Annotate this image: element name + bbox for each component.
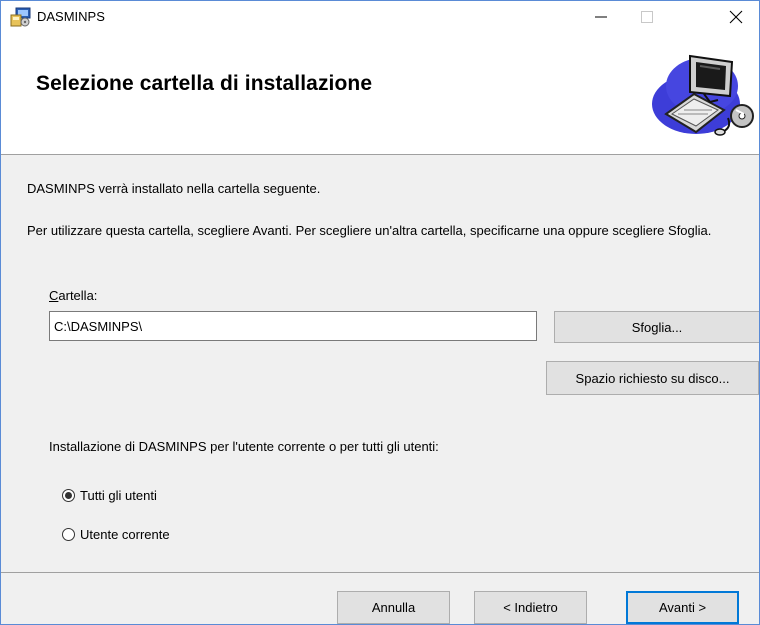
radio-all-users[interactable]: Tutti gli utenti	[62, 488, 157, 503]
install-scope-label: Installazione di DASMINPS per l'utente c…	[49, 439, 439, 454]
computer-disc-icon	[646, 44, 754, 139]
folder-path-input[interactable]	[49, 311, 537, 341]
title-bar[interactable]: DASMINPS	[1, 1, 759, 32]
page-title: Selezione cartella di installazione	[36, 72, 373, 95]
minimize-button[interactable]	[578, 1, 624, 32]
disk-cost-button[interactable]: Spazio richiesto su disco...	[546, 361, 759, 395]
footer-divider	[1, 572, 759, 573]
radio-all-users-label: Tutti gli utenti	[80, 488, 157, 503]
back-button[interactable]: < Indietro	[474, 591, 587, 624]
installer-icon	[10, 6, 32, 28]
folder-label-accelerator: C	[49, 288, 59, 303]
radio-button-selected[interactable]	[62, 489, 75, 502]
window-title: DASMINPS	[37, 9, 105, 24]
close-button[interactable]	[713, 1, 759, 32]
next-button[interactable]: Avanti >	[626, 591, 739, 624]
installer-window: DASMINPS Selezione cartella di installaz…	[0, 0, 760, 625]
folder-label: Cartella:	[49, 287, 97, 304]
instructions-text: Per utilizzare questa cartella, sceglier…	[27, 223, 712, 238]
intro-text: DASMINPS verrà installato nella cartella…	[27, 181, 321, 196]
cancel-button[interactable]: Annulla	[337, 591, 450, 624]
browse-button[interactable]: Sfoglia...	[554, 311, 759, 343]
radio-current-user[interactable]: Utente corrente	[62, 527, 170, 542]
maximize-button[interactable]	[624, 1, 670, 32]
radio-current-user-label: Utente corrente	[80, 527, 170, 542]
folder-label-text: artella:	[58, 288, 98, 303]
radio-button[interactable]	[62, 528, 75, 541]
wizard-header: Selezione cartella di installazione	[1, 32, 759, 155]
